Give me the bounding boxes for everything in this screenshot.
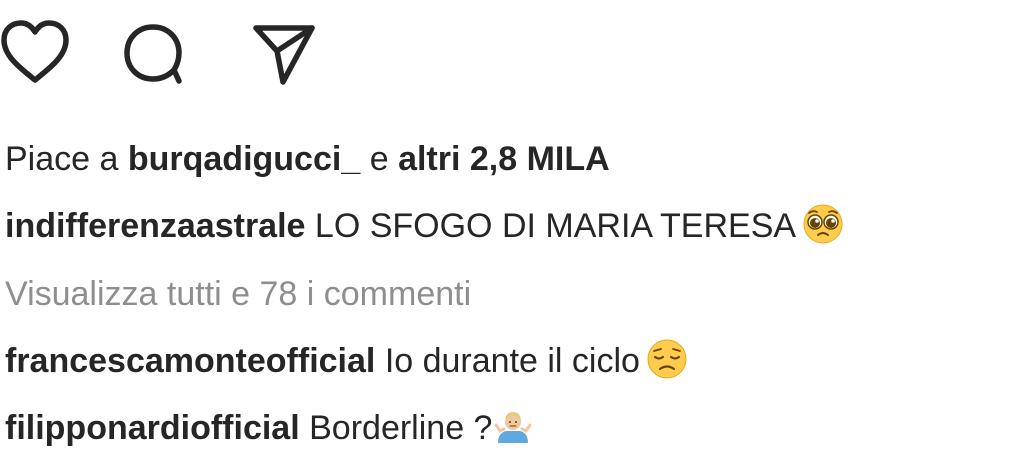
heart-icon[interactable] xyxy=(0,18,70,88)
caption-username-link[interactable]: indifferenzaastrale xyxy=(5,207,305,245)
post-caption: indifferenzaastrale LO SFOGO DI MARIA TE… xyxy=(5,203,844,248)
liked-by-username-link[interactable]: burqadigucci_ xyxy=(128,140,360,178)
likes-prefix: Piace a xyxy=(5,140,119,178)
caption-text: LO SFOGO DI MARIA TERESA xyxy=(314,207,797,245)
disappointed-face-emoji-icon xyxy=(646,338,688,380)
post-action-bar xyxy=(0,18,400,88)
comment-text: Io durante il ciclo xyxy=(384,342,640,380)
paper-plane-icon[interactable] xyxy=(246,18,316,88)
comment-row: francescamonteofficial Io durante il cic… xyxy=(5,338,688,383)
view-all-comments-link[interactable]: Visualizza tutti e 78 i commenti xyxy=(5,272,471,316)
person-shrugging-emoji-icon xyxy=(494,407,532,445)
likes-count-link[interactable]: altri 2,8 MILA xyxy=(398,140,610,178)
comment-row: filipponardiofficial Borderline ? xyxy=(5,406,532,450)
likes-connector: e xyxy=(369,140,389,178)
pleading-face-emoji-icon xyxy=(802,203,844,245)
comment-text: Borderline ? xyxy=(309,409,493,447)
comment-bubble-icon[interactable] xyxy=(118,18,188,88)
comment-username-link[interactable]: filipponardiofficial xyxy=(5,409,300,447)
likes-summary: Piace a burqadigucci_ e altri 2,8 MILA xyxy=(5,137,610,181)
comment-username-link[interactable]: francescamonteofficial xyxy=(5,342,375,380)
